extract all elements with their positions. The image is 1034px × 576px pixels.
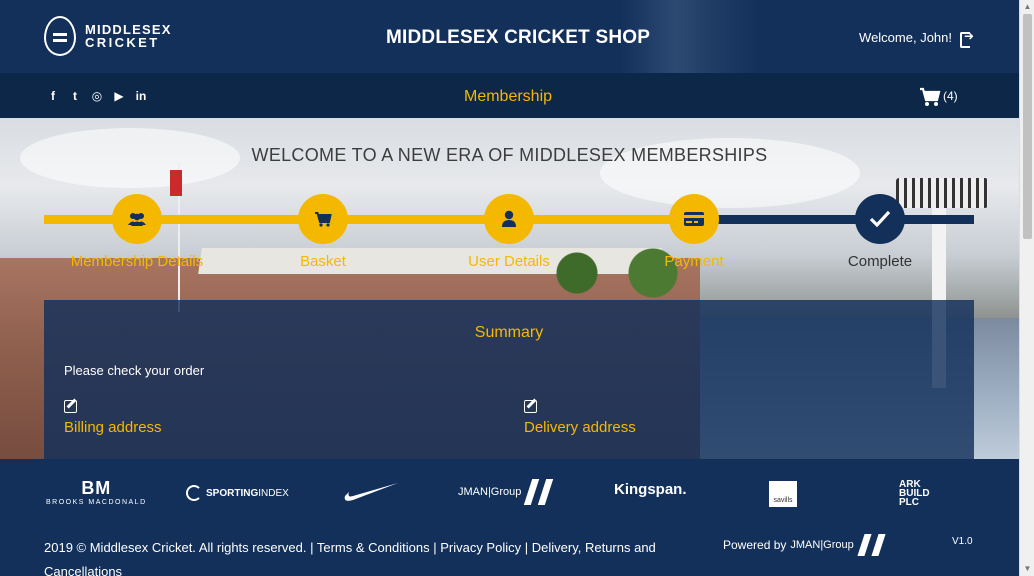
sporting-index-logo[interactable]: SPORTING INDEX <box>186 485 289 501</box>
youtube-icon[interactable]: ▶ <box>112 89 126 103</box>
welcome-text: Welcome, John! <box>859 30 952 45</box>
savills-logo[interactable]: savills <box>769 481 797 507</box>
jman-group-logo[interactable]: JMAN|Group <box>458 479 554 505</box>
site-header: MIDDLESEX CRICKET MIDDLESEX CRICKET SHOP… <box>0 0 1019 73</box>
edit-icon[interactable] <box>524 398 540 413</box>
crest-icon <box>44 16 76 56</box>
edit-icon[interactable] <box>64 398 80 413</box>
step-label: User Details <box>468 253 550 270</box>
version-label: V1.0 <box>952 536 973 547</box>
welcome-user: Welcome, John! <box>859 29 974 48</box>
brooks-macdonald-logo[interactable]: BM BROOKS MACDONALD <box>46 479 147 506</box>
linkedin-icon[interactable]: in <box>134 89 148 103</box>
step-membership-details[interactable]: Membership Details <box>57 194 217 270</box>
scroll-thumb[interactable] <box>1023 14 1032 239</box>
privacy-link[interactable]: Privacy Policy <box>440 540 521 555</box>
order-check-text: Please check your order <box>64 363 205 378</box>
nike-logo[interactable] <box>343 479 399 508</box>
user-icon <box>502 210 516 227</box>
copyright-text: 2019 © Middlesex Cricket. All rights res… <box>44 540 307 555</box>
step-label: Complete <box>847 253 913 270</box>
step-label: Basket <box>300 253 346 270</box>
flag <box>170 170 182 196</box>
terms-link[interactable]: Terms & Conditions <box>317 540 430 555</box>
social-links: f t ◎ ▶ in <box>46 89 148 103</box>
scroll-up-arrow-icon[interactable]: ▲ <box>1020 0 1034 14</box>
step-user-details[interactable]: User Details <box>429 194 589 270</box>
check-icon <box>869 210 891 228</box>
sign-out-icon[interactable] <box>960 29 974 48</box>
cart-icon <box>920 87 941 106</box>
summary-title: Summary <box>474 324 544 341</box>
instagram-icon[interactable]: ◎ <box>90 89 104 103</box>
delivery-address-label: Delivery address <box>524 419 636 436</box>
page-heading: WELCOME TO A NEW ERA OF MIDDLESEX MEMBER… <box>251 145 768 165</box>
cart-button[interactable]: (4) <box>919 87 958 107</box>
delivery-address-section: Delivery address <box>524 398 636 436</box>
twitter-icon[interactable]: t <box>68 89 82 103</box>
shop-title: MIDDLESEX CRICKET SHOP <box>386 27 651 48</box>
step-basket[interactable]: Basket <box>243 194 403 270</box>
billing-address-label: Billing address <box>64 419 162 436</box>
logo-line2: CRICKET <box>85 35 160 50</box>
nav-bar: f t ◎ ▶ in Membership (4) <box>0 73 1019 118</box>
nike-swoosh-icon <box>344 483 398 501</box>
users-icon <box>128 213 146 226</box>
cart-icon <box>315 212 332 227</box>
nav-membership-link[interactable]: Membership <box>464 88 552 106</box>
kingspan-logo[interactable]: Kingspan. <box>614 481 687 498</box>
card-icon <box>684 212 704 226</box>
sponsors-bar: BM BROOKS MACDONALD SPORTING INDEX JMAN|G… <box>0 459 1019 528</box>
ark-build-logo[interactable]: ARK BUILD PLC <box>899 480 930 508</box>
step-label: Membership Details <box>70 253 204 270</box>
step-payment[interactable]: Payment <box>614 194 774 270</box>
scroll-down-arrow-icon[interactable]: ▼ <box>1020 562 1034 576</box>
site-footer: 2019 © Middlesex Cricket. All rights res… <box>0 528 1019 576</box>
step-label: Payment <box>664 253 724 270</box>
jman-group-logo: JMAN|Group <box>790 539 854 551</box>
step-complete[interactable]: Complete <box>800 194 960 270</box>
billing-address-section: Billing address <box>64 398 162 436</box>
facebook-icon[interactable]: f <box>46 89 60 103</box>
hero-section: WELCOME TO A NEW ERA OF MIDDLESEX MEMBER… <box>0 118 1019 459</box>
footer-links: 2019 © Middlesex Cricket. All rights res… <box>44 536 664 576</box>
summary-panel: Summary Please check your order Billing … <box>44 300 974 459</box>
swoosh-circle-icon <box>186 485 202 501</box>
middlesex-logo[interactable]: MIDDLESEX CRICKET <box>44 16 172 56</box>
scrollbar[interactable]: ▲ ▼ <box>1019 0 1034 576</box>
cart-count: (4) <box>943 89 958 103</box>
powered-by[interactable]: Powered by JMAN|Group <box>723 534 886 556</box>
